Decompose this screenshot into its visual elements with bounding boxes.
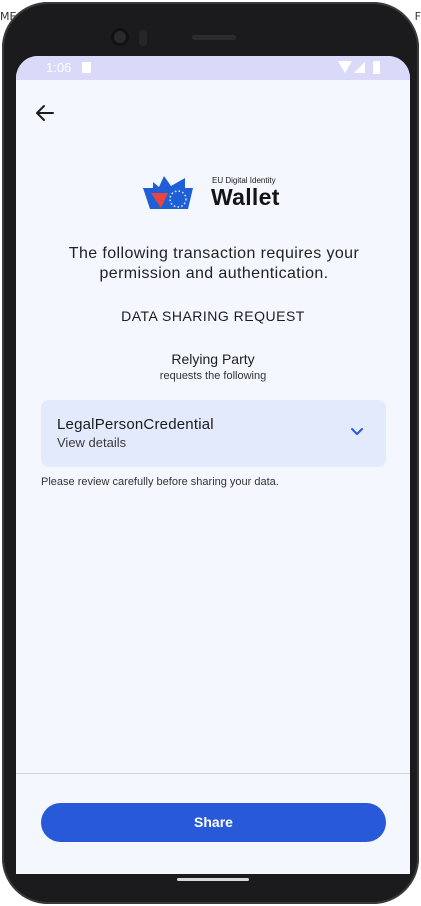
proximity-sensor [139, 30, 147, 46]
credential-title: LegalPersonCredential [57, 416, 214, 433]
relying-party-subtitle: requests the following [159, 370, 267, 382]
signal-icon [354, 62, 365, 73]
bottom-divider [16, 773, 410, 774]
app-screen: 1:06 EU Digital Identity Wallet The foll… [16, 56, 410, 874]
status-time: 1:06 [46, 60, 72, 75]
credential-card[interactable]: LegalPersonCredential View details [41, 400, 386, 467]
share-button[interactable]: Share [41, 803, 386, 842]
background-text-right: F [414, 10, 421, 23]
home-indicator[interactable] [177, 878, 249, 881]
review-note: Please review carefully before sharing y… [41, 476, 279, 488]
front-camera [111, 28, 129, 46]
status-bar: 1:06 [16, 56, 410, 80]
phone-frame: 1:06 EU Digital Identity Wallet The foll… [2, 2, 419, 904]
section-title: DATA SHARING REQUEST [121, 308, 305, 324]
arrow-left-icon [36, 105, 54, 121]
back-button[interactable] [32, 100, 58, 126]
view-details-label: View details [57, 435, 127, 450]
battery-icon [373, 61, 380, 74]
wifi-icon [338, 61, 352, 73]
chevron-down-icon[interactable] [350, 427, 364, 437]
earpiece-speaker [192, 35, 236, 40]
logo-title: Wallet [211, 184, 280, 210]
permission-message: The following transaction requires your … [68, 245, 360, 282]
relying-party-name: Relying Party [171, 351, 255, 367]
wallet-logo-icon [143, 176, 193, 209]
eu-wallet-logo: EU Digital Identity Wallet [142, 174, 287, 214]
sd-card-icon [82, 62, 91, 73]
